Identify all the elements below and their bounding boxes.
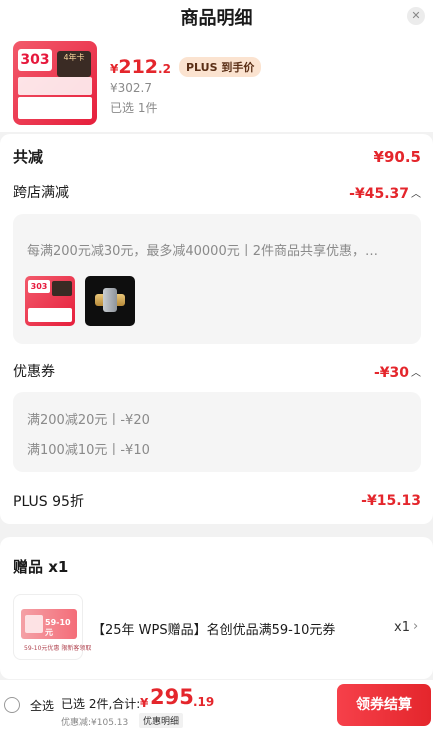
chevron-up-icon[interactable]: ︿ bbox=[411, 364, 421, 379]
thumb-decoration bbox=[18, 97, 92, 119]
product-detail-sheet: 商品明细 ✕ 303 4年卡 ¥ 212 .2 PLUS 到手价 ¥302.7 … bbox=[0, 0, 433, 732]
price-integer: 212 bbox=[118, 56, 159, 78]
gift-coupon-shape: 59-10元 bbox=[21, 609, 77, 639]
total-decimal: .19 bbox=[193, 695, 215, 709]
original-price: ¥302.7 bbox=[110, 81, 152, 95]
cross-store-row[interactable]: 跨店满减 -¥45.37 ︿ bbox=[13, 182, 421, 202]
total-integer: 295 bbox=[150, 685, 194, 709]
sheet-header: 商品明细 ✕ 303 4年卡 ¥ 212 .2 PLUS 到手价 ¥302.7 … bbox=[0, 0, 433, 132]
chosen-summary: 已选 2件,合计: bbox=[61, 697, 141, 711]
coupon-detail-box: 满200减20元丨-¥20 满100减10元丨-¥10 bbox=[13, 392, 421, 472]
cross-store-description: 每满200元减30元，最多减40000元丨2件商品共享优惠，… bbox=[27, 244, 378, 259]
discount-detail-button[interactable]: 优惠明细 bbox=[139, 713, 184, 728]
gift-name[interactable]: 【25年 WPS赠品】名创优品满59-10元券 bbox=[92, 619, 335, 638]
item-thumbnail-2[interactable] bbox=[85, 276, 135, 326]
mini-thumb-label: 303 bbox=[28, 280, 50, 293]
gift-quantity: x1 bbox=[394, 620, 410, 635]
plus-discount-value: -¥15.13 bbox=[361, 493, 421, 509]
filter-cap-shape bbox=[103, 288, 117, 312]
checkout-button[interactable]: 领券结算 bbox=[337, 684, 431, 726]
gift-coupon-logo bbox=[25, 615, 43, 633]
product-thumbnail[interactable]: 303 4年卡 bbox=[13, 41, 97, 125]
total-currency: ¥ bbox=[140, 696, 149, 710]
page-title: 商品明细 bbox=[180, 8, 253, 29]
cross-store-value-group[interactable]: -¥45.37 ︿ bbox=[349, 183, 421, 202]
chevron-up-icon[interactable]: ︿ bbox=[411, 185, 421, 200]
close-icon[interactable]: ✕ bbox=[407, 7, 425, 25]
cross-store-label: 跨店满减 bbox=[13, 185, 69, 201]
bottom-bar: 全选 已选 2件,合计: ¥ 295 .19 优惠减:¥105.13 优惠明细 … bbox=[0, 680, 433, 732]
plus-discount-label: PLUS 95折 bbox=[13, 494, 84, 510]
currency-symbol: ¥ bbox=[110, 62, 119, 76]
chevron-right-icon[interactable]: › bbox=[413, 619, 418, 634]
plus-price-badge: PLUS 到手价 bbox=[178, 57, 262, 77]
coupon-value-group[interactable]: -¥30 ︿ bbox=[374, 362, 421, 381]
mini-thumb-decoration bbox=[28, 308, 72, 322]
thumb-label-card: 4年卡 bbox=[57, 51, 91, 77]
cross-store-detail-box: 每满200元减30元，最多减40000元丨2件商品共享优惠，… 303 bbox=[13, 214, 421, 344]
plus-discount-row: PLUS 95折 -¥15.13 bbox=[13, 491, 421, 511]
discount-card: 共减 ¥90.5 跨店满减 -¥45.37 ︿ 每满200元减30元，最多减400… bbox=[0, 134, 433, 524]
coupon-row[interactable]: 优惠券 -¥30 ︿ bbox=[13, 361, 421, 381]
gift-card: 赠品 x1 59-10元 59-10元优惠 限新客领取 bbox=[0, 537, 433, 679]
mini-thumb-decoration bbox=[52, 281, 72, 296]
price-row: ¥ 212 .2 PLUS 到手价 bbox=[110, 56, 262, 80]
gift-image-caption: 59-10元优惠 限新客领取 bbox=[24, 645, 92, 652]
thumb-decoration bbox=[18, 77, 92, 95]
price-decimal: .2 bbox=[158, 62, 171, 76]
coupon-value: -¥30 bbox=[373, 364, 409, 381]
select-all-label[interactable]: 全选 bbox=[30, 697, 54, 714]
cross-store-value: -¥45.37 bbox=[349, 185, 409, 202]
coupon-item: 满100减10元丨-¥10 bbox=[27, 443, 150, 458]
item-thumbnail-1[interactable]: 303 bbox=[25, 276, 75, 326]
gift-coupon-text: 59-10元 bbox=[45, 618, 71, 637]
thumb-label-303: 303 bbox=[18, 49, 52, 71]
selected-count: 已选 1件 bbox=[110, 101, 158, 115]
gift-title: 赠品 x1 bbox=[13, 558, 69, 576]
radio-circle-icon[interactable] bbox=[4, 697, 20, 713]
coupon-label: 优惠券 bbox=[13, 364, 55, 380]
total-discount-value: ¥90.5 bbox=[373, 147, 421, 166]
coupon-item: 满200减20元丨-¥20 bbox=[27, 413, 150, 428]
gift-image[interactable]: 59-10元 59-10元优惠 限新客领取 bbox=[13, 594, 91, 660]
saved-amount: 优惠减:¥105.13 bbox=[61, 718, 129, 728]
total-discount-row: 共减 ¥90.5 bbox=[13, 146, 421, 167]
total-discount-label: 共减 bbox=[13, 148, 44, 166]
